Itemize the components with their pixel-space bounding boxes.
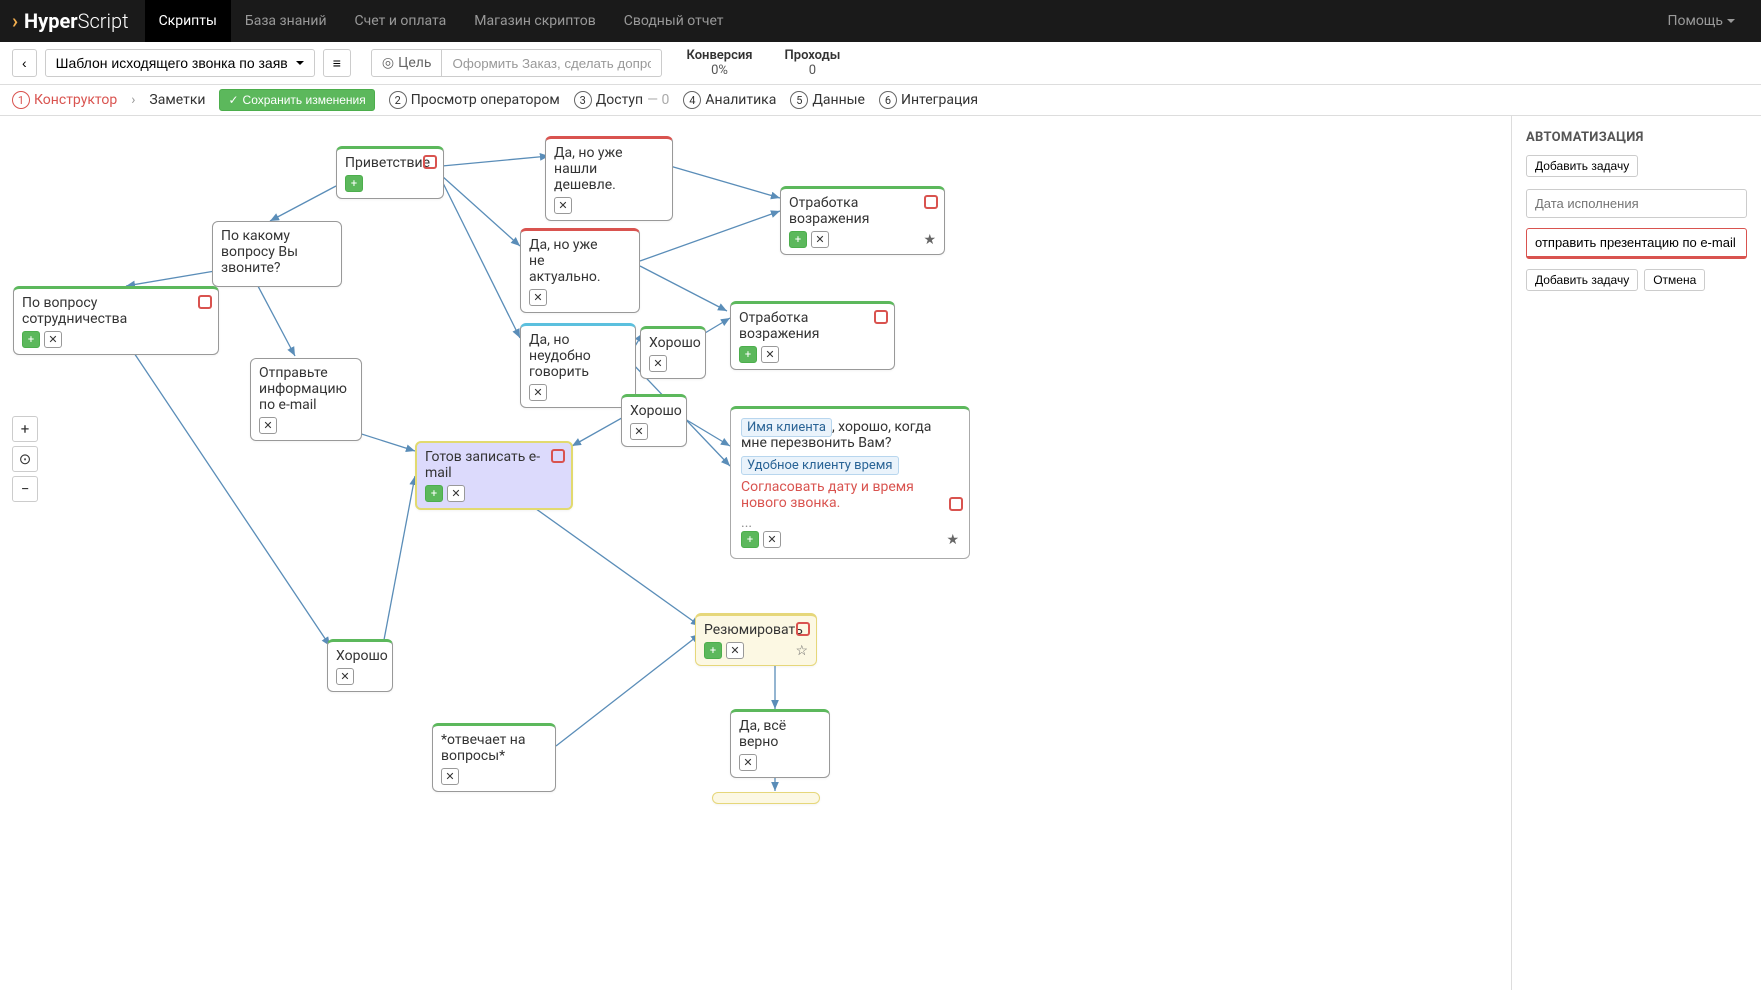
node-ok3[interactable]: Хорошо ✕ [327, 639, 393, 692]
goal-input[interactable] [442, 49, 662, 77]
close-icon[interactable]: ✕ [726, 642, 744, 659]
flowchart-canvas[interactable]: + ⊙ − Приветствие + По какому вопросу Вы… [0, 116, 1511, 990]
tab-data[interactable]: 5Данные [790, 91, 865, 109]
node-notactual[interactable]: Да, но уже не актуально. ✕ [520, 228, 640, 313]
add-task-button[interactable]: Добавить задачу [1526, 155, 1638, 177]
chevron-icon: › [12, 9, 18, 33]
node-cheaper[interactable]: Да, но уже нашли дешевле. ✕ [545, 136, 673, 221]
nav-kb[interactable]: База знаний [231, 0, 341, 42]
node-greeting[interactable]: Приветствие + [336, 146, 444, 199]
close-icon[interactable]: ✕ [529, 384, 547, 401]
node-ok1[interactable]: Хорошо ✕ [640, 326, 706, 379]
tab-constructor[interactable]: 1Конструктор [12, 91, 117, 109]
close-icon[interactable]: ✕ [811, 231, 829, 248]
logo: › HyperScript [12, 9, 129, 33]
close-icon[interactable]: ✕ [336, 668, 354, 685]
nav-store[interactable]: Магазин скриптов [460, 0, 609, 42]
flag-icon[interactable] [423, 155, 437, 169]
flag-icon[interactable] [198, 295, 212, 309]
toolbar: ‹ Шаблон исходящего звонка по заяв ≡ ◎Це… [0, 42, 1761, 85]
star-icon[interactable]: ★ [946, 532, 959, 548]
template-dropdown[interactable]: Шаблон исходящего звонка по заяв [45, 49, 315, 77]
add-icon[interactable]: + [345, 175, 363, 192]
close-icon[interactable]: ✕ [763, 531, 781, 548]
node-summarize[interactable]: Резюмировать +✕☆ [695, 613, 817, 666]
stats: Конверсия0% Проходы0 [686, 48, 840, 78]
node-answers[interactable]: *отвечает на вопросы* ✕ [432, 723, 556, 792]
automation-sidebar: АВТОМАТИЗАЦИЯ Добавить задачу Добавить з… [1511, 116, 1761, 990]
node-objection-2[interactable]: Отработка возражения +✕ [730, 301, 895, 370]
flag-icon[interactable] [924, 195, 938, 209]
menu-button[interactable]: ≡ [323, 49, 351, 77]
close-icon[interactable]: ✕ [739, 754, 757, 771]
node-bottom[interactable] [712, 792, 820, 804]
subtabs: 1Конструктор › Заметки ✓ Сохранить измен… [0, 85, 1761, 116]
nav-scripts[interactable]: Скрипты [145, 0, 231, 42]
close-icon[interactable]: ✕ [761, 346, 779, 363]
close-icon[interactable]: ✕ [630, 423, 648, 440]
add-icon[interactable]: + [741, 531, 759, 548]
star-icon[interactable]: ☆ [795, 643, 808, 659]
tab-integration[interactable]: 6Интеграция [879, 91, 978, 109]
close-icon[interactable]: ✕ [441, 768, 459, 785]
add-icon[interactable]: + [704, 642, 722, 659]
goal-label: ◎Цель [371, 49, 443, 77]
tab-analytics[interactable]: 4Аналитика [683, 91, 776, 109]
add-icon[interactable]: + [425, 485, 443, 502]
nav-help[interactable]: Помощь [1653, 0, 1749, 42]
close-icon[interactable]: ✕ [447, 485, 465, 502]
node-send-email[interactable]: Отправьте информацию по e-mail ✕ [250, 358, 362, 441]
close-icon[interactable]: ✕ [554, 197, 572, 214]
nav-report[interactable]: Сводный отчет [610, 0, 738, 42]
star-icon[interactable]: ★ [923, 232, 936, 248]
close-icon[interactable]: ✕ [529, 289, 547, 306]
add-icon[interactable]: + [789, 231, 807, 248]
flag-icon[interactable] [949, 497, 963, 511]
add-icon[interactable]: + [739, 346, 757, 363]
cancel-button[interactable]: Отмена [1644, 269, 1705, 291]
zoom-controls: + ⊙ − [12, 416, 38, 502]
date-input[interactable] [1526, 189, 1747, 218]
task-input[interactable] [1526, 228, 1747, 259]
zoom-center-button[interactable]: ⊙ [12, 446, 38, 472]
close-icon[interactable]: ✕ [649, 355, 667, 372]
variable-tag[interactable]: Удобное клиенту время [741, 456, 899, 475]
flag-icon[interactable] [551, 449, 565, 463]
zoom-out-button[interactable]: − [12, 476, 38, 502]
top-navigation: › HyperScript Скрипты База знаний Счет и… [0, 0, 1761, 42]
add-task-confirm-button[interactable]: Добавить задачу [1526, 269, 1638, 291]
nav-billing[interactable]: Счет и оплата [341, 0, 461, 42]
node-ok2[interactable]: Хорошо ✕ [621, 394, 687, 447]
close-icon[interactable]: ✕ [44, 331, 62, 348]
tab-access[interactable]: 3Доступ — 0 [574, 91, 670, 109]
node-detail-callback[interactable]: Имя клиента, хорошо, когда мне перезвони… [730, 406, 970, 559]
node-busy[interactable]: Да, но неудобно говорить ✕ [520, 323, 636, 408]
breadcrumb-notes[interactable]: Заметки [149, 92, 205, 108]
flag-icon[interactable] [874, 310, 888, 324]
node-yes-correct[interactable]: Да, всё верно ✕ [730, 709, 830, 778]
node-question[interactable]: По какому вопросу Вы звоните? [212, 221, 342, 287]
add-icon[interactable]: + [22, 331, 40, 348]
save-button[interactable]: ✓ Сохранить изменения [219, 89, 374, 111]
back-button[interactable]: ‹ [12, 49, 37, 77]
node-email-ready[interactable]: Готов записать e-mail +✕ [415, 441, 573, 510]
node-cooperation[interactable]: По вопросу сотрудничества +✕ [13, 286, 219, 355]
flag-icon[interactable] [796, 622, 810, 636]
zoom-in-button[interactable]: + [12, 416, 38, 442]
node-objection-1[interactable]: Отработка возражения +✕★ [780, 186, 945, 255]
sidebar-title: АВТОМАТИЗАЦИЯ [1526, 130, 1747, 145]
target-icon: ◎ [382, 55, 394, 71]
close-icon[interactable]: ✕ [259, 417, 277, 434]
tab-preview[interactable]: 2Просмотр оператором [389, 91, 560, 109]
